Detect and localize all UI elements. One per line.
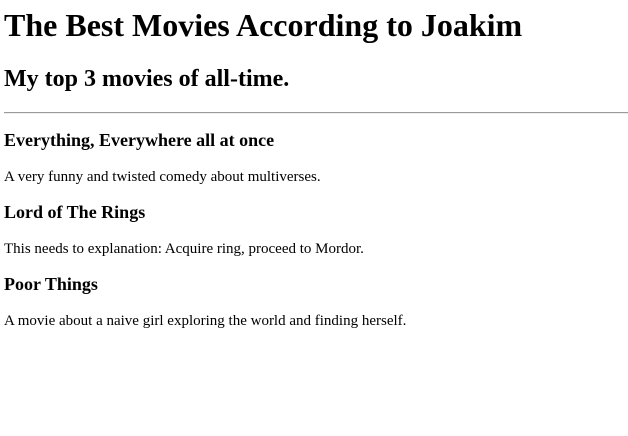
movie-title: Lord of The Rings [4,202,146,222]
movie-title: Everything, Everywhere all at once [4,130,275,150]
movie-description: A movie about a naive girl exploring the… [4,313,407,329]
divider [4,112,628,114]
movie-description: A very funny and twisted comedy about mu… [4,169,321,185]
movie-title: Poor Things [4,274,98,294]
movie-item: Poor Things A movie about a naive girl e… [4,273,624,330]
page-subtitle: My top 3 movies of all-time. [4,66,290,92]
movie-item: Everything, Everywhere all at once A ver… [4,129,624,186]
page-content: The Best Movies According to Joakim My t… [0,0,628,330]
page-title: The Best Movies According to Joakim [4,7,523,43]
movie-item: Lord of The Rings This needs to explanat… [4,201,624,258]
movie-description: This needs to explanation: Acquire ring,… [4,241,364,257]
